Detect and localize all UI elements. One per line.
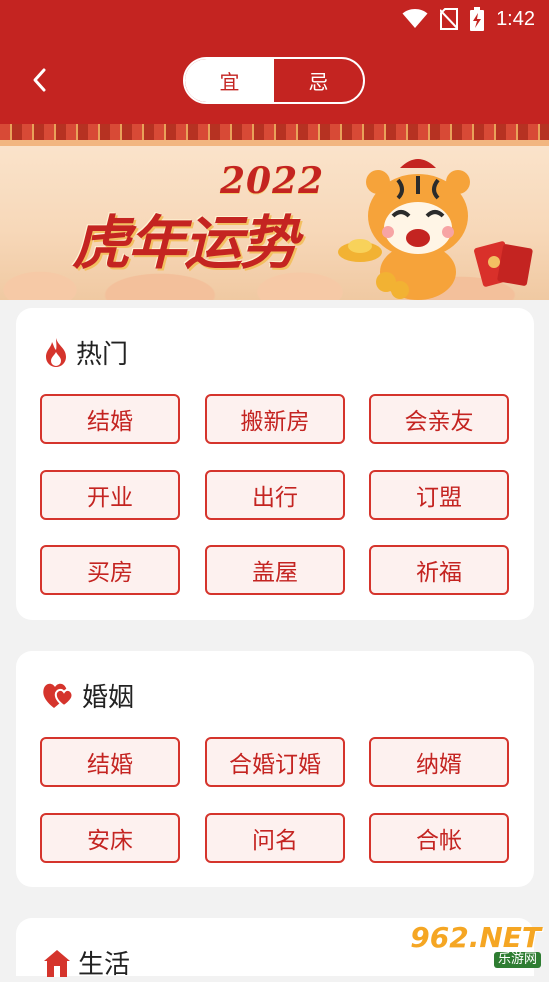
- watermark-logo: 962.NET 乐游网: [410, 921, 541, 968]
- section-marriage: 婚姻 结婚 合婚订婚 纳婿 安床 问名 合帐: [16, 651, 534, 887]
- tag-button[interactable]: 问名: [205, 813, 345, 863]
- tag-button[interactable]: 买房: [40, 545, 180, 595]
- section-hot: 热门 结婚 搬新房 会亲友 开业 出行 订盟 买房 盖屋 祈福: [16, 308, 534, 620]
- tab-ji[interactable]: 忌: [274, 59, 363, 102]
- flame-icon: [46, 338, 66, 367]
- status-time: 1:42: [496, 7, 535, 30]
- battery-charging-icon: [470, 7, 485, 31]
- section-title: 婚姻: [82, 682, 135, 713]
- tag-button[interactable]: 会亲友: [369, 394, 509, 444]
- tag-button[interactable]: 结婚: [40, 737, 180, 787]
- app-header: 1:42 宜 忌: [0, 0, 549, 124]
- tag-button[interactable]: 纳婿: [369, 737, 509, 787]
- watermark-sub: 乐游网: [493, 952, 541, 968]
- tiger-year-banner[interactable]: 2022 虎年运势: [0, 124, 549, 300]
- tag-button[interactable]: 开业: [40, 470, 180, 520]
- tag-button[interactable]: 合婚订婚: [205, 737, 345, 787]
- chevron-left-icon: [33, 68, 46, 92]
- hearts-icon: [43, 683, 74, 708]
- no-sim-icon: [440, 8, 459, 30]
- tiger-mascot-icon: [338, 159, 533, 300]
- status-bar: 1:42: [0, 0, 549, 38]
- tag-button[interactable]: 合帐: [369, 813, 509, 863]
- tag-button[interactable]: 出行: [205, 470, 345, 520]
- roof-eaves-decoration: [0, 124, 549, 140]
- yi-ji-toggle: 宜 忌: [183, 57, 365, 104]
- tag-button[interactable]: 安床: [40, 813, 180, 863]
- tag-button[interactable]: 盖屋: [205, 545, 345, 595]
- wifi-icon: [402, 9, 428, 29]
- tag-button[interactable]: 祈福: [369, 545, 509, 595]
- section-title: 热门: [76, 339, 129, 370]
- section-title: 生活: [78, 949, 131, 980]
- tag-button[interactable]: 订盟: [369, 470, 509, 520]
- house-icon: [44, 950, 70, 977]
- back-button[interactable]: [24, 64, 54, 96]
- tab-yi[interactable]: 宜: [185, 59, 274, 102]
- banner-title: 虎年运势: [72, 209, 298, 277]
- tag-button[interactable]: 结婚: [40, 394, 180, 444]
- tag-button[interactable]: 搬新房: [205, 394, 345, 444]
- watermark-brand: 962.NET: [410, 921, 541, 954]
